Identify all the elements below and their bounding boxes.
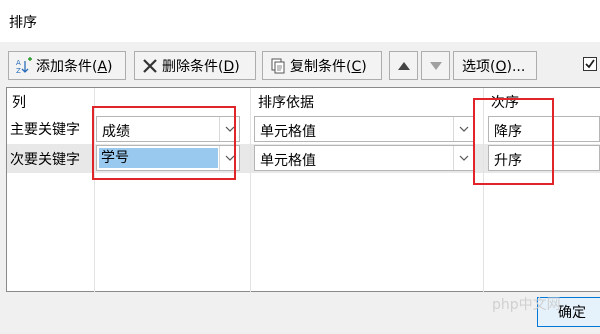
svg-text:A: A: [16, 59, 21, 67]
secondary-sort-on-value: 单元格值: [260, 153, 316, 169]
delete-level-button[interactable]: 删除条件(D): [134, 51, 256, 80]
copy-level-button[interactable]: 复制条件(C): [262, 51, 382, 80]
header-checkbox[interactable]: [583, 57, 597, 71]
copy-icon: [269, 57, 287, 75]
primary-sort-on-value: 单元格值: [260, 124, 316, 140]
add-level-label: 添加条件(A): [36, 58, 113, 75]
secondary-sort-on-select[interactable]: 单元格值: [254, 145, 474, 171]
primary-key-label: 主要关键字: [10, 122, 80, 138]
dialog-titlebar: [0, 0, 600, 42]
dialog-title: 排序: [9, 15, 37, 31]
options-label: 选项(O)...: [462, 58, 526, 75]
annotation-box-column: [92, 106, 236, 180]
close-icon: [141, 57, 159, 75]
primary-sort-on-select[interactable]: 单元格值: [254, 116, 474, 142]
delete-level-label: 删除条件(D): [162, 58, 240, 75]
secondary-key-label: 次要关键字: [10, 152, 80, 168]
ok-label: 确定: [558, 305, 586, 321]
column-divider: [250, 88, 251, 292]
add-sort-level-icon: A Z: [15, 56, 33, 75]
checkmark-icon: [585, 59, 595, 69]
chevron-down-icon[interactable]: [453, 117, 473, 141]
svg-text:Z: Z: [16, 67, 21, 75]
annotation-box-order: [473, 98, 554, 185]
watermark: php中文网: [492, 297, 561, 313]
chevron-down-icon[interactable]: [453, 146, 473, 170]
move-down-button[interactable]: [421, 51, 450, 80]
options-button[interactable]: 选项(O)...: [453, 51, 537, 80]
triangle-down-icon: [429, 58, 442, 74]
triangle-up-icon: [397, 58, 410, 74]
move-up-button[interactable]: [389, 51, 418, 80]
column-header-col: 列: [12, 95, 26, 111]
column-header-sort-on: 排序依据: [258, 95, 314, 111]
copy-level-label: 复制条件(C): [290, 58, 367, 75]
add-level-button[interactable]: A Z 添加条件(A): [8, 51, 126, 80]
